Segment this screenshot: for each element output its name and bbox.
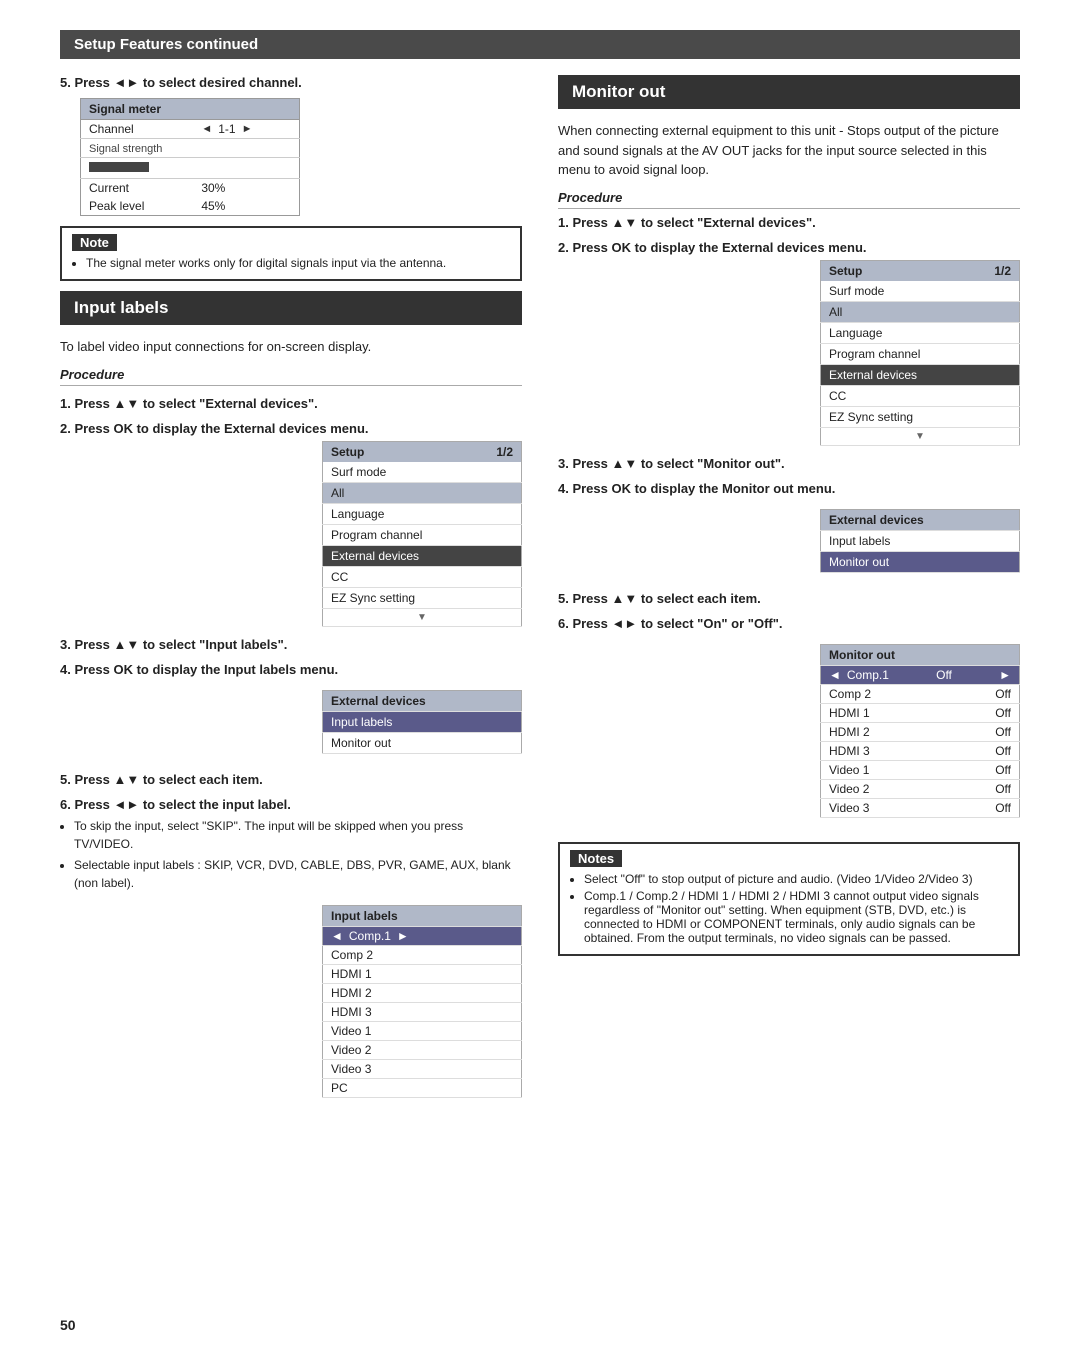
il-step-5: 5. Press ▲▼ to select each item. [60,772,522,787]
setup-header: Setup Features continued [60,30,1020,59]
il-step-2: 2. Press OK to display the External devi… [60,421,522,436]
menu-row-ext: External devices [323,545,522,566]
signal-meter-title: Signal meter [81,99,300,120]
current-label: Current [81,179,194,198]
signal-meter: Signal meter Channel ◄ 1-1 ► [80,98,522,216]
menu-row-ez: EZ Sync setting [323,587,522,608]
input-labels-section: Input labels To label video input connec… [60,291,522,1106]
note-item-1: Select "Off" to stop output of picture a… [584,872,1008,886]
peak-value: 45% [193,197,299,216]
bullet-1: To skip the input, select "SKIP". The in… [74,817,522,853]
mo-step-3: 3. Press ▲▼ to select "Monitor out". [558,456,1020,471]
input-labels-menu: Input labels ◄ Comp.1 ► Comp 2 H [60,897,522,1106]
il-step-4: 4. Press OK to display the Input labels … [60,662,522,677]
monitor-out-header: Monitor out [558,75,1020,109]
page: Setup Features continued 5. Press ◄► to … [0,0,1080,1363]
input-labels-intro: To label video input connections for on-… [60,337,522,357]
menu-row-surf-r: Surf mode [821,281,1020,302]
menu-row-all: All [323,482,522,503]
note-box: Note The signal meter works only for dig… [60,226,522,281]
bullet-2: Selectable input labels : SKIP, VCR, DVD… [74,856,522,892]
mo-step-6: 6. Press ◄► to select "On" or "Off". [558,616,1020,631]
note-item-2: Comp.1 / Comp.2 / HDMI 1 / HDMI 2 / HDMI… [584,889,1008,945]
setup-menu-right: Setup 1/2 Surf mode All Language Program… [558,260,1020,446]
main-content: 5. Press ◄► to select desired channel. S… [60,75,1020,1106]
left-column: 5. Press ◄► to select desired channel. S… [60,75,522,1106]
input-labels-table: Input labels ◄ Comp.1 ► Comp 2 H [322,905,522,1098]
procedure-label-1: Procedure [60,367,522,386]
setup-menu-left: Setup 1/2 Surf mode All Language Program… [60,441,522,627]
signal-bar-cell [81,158,300,179]
peak-label: Peak level [81,197,194,216]
input-labels-header: Input labels [60,291,522,325]
mo-step-2: 2. Press OK to display the External devi… [558,240,1020,255]
page-number: 50 [60,1317,76,1333]
monitor-out-menu: Monitor out ◄ Comp.1 Off ► [558,636,1020,826]
menu-row-ez-r: EZ Sync setting [821,406,1020,427]
menu-row-ext-r: External devices [821,364,1020,385]
menu-row-arrow-r: ▼ [821,427,1020,445]
note-text: The signal meter works only for digital … [86,256,510,270]
signal-meter-table: Signal meter Channel ◄ 1-1 ► [80,98,300,216]
menu-row-lang: Language [323,503,522,524]
monitor-out-intro: When connecting external equipment to th… [558,121,1020,180]
arrow-l: ◄ [331,929,343,943]
channel-label: Channel [81,120,194,139]
setup-header-text: Setup Features continued [74,36,258,53]
menu-row-all-r: All [821,301,1020,322]
ext-dev-menu-right: External devices Input labels Monitor ou… [558,501,1020,581]
menu-row-prog: Program channel [323,524,522,545]
channel-value: ◄ 1-1 ► [193,120,299,139]
right-column: Monitor out When connecting external equ… [558,75,1020,966]
mo-step-1: 1. Press ▲▼ to select "External devices"… [558,215,1020,230]
signal-strength-label: Signal strength [81,139,300,158]
notes-box: Notes Select "Off" to stop output of pic… [558,842,1020,956]
menu-row-surf: Surf mode [323,462,522,483]
menu-row-prog-r: Program channel [821,343,1020,364]
mo-step-4: 4. Press OK to display the Monitor out m… [558,481,1020,496]
il-step-1: 1. Press ▲▼ to select "External devices"… [60,396,522,411]
monitor-out-table: Monitor out ◄ Comp.1 Off ► [820,644,1020,818]
menu-row-arrow: ▼ [323,608,522,626]
menu-row-cc-r: CC [821,385,1020,406]
ext-dev-menu-left: External devices Input labels Monitor ou… [60,682,522,762]
note-title: Note [72,234,117,251]
notes-title: Notes [570,850,622,867]
channel-step: 5. Press ◄► to select desired channel. [60,75,522,90]
procedure-label-2: Procedure [558,190,1020,209]
ext-dev-table-right: External devices Input labels Monitor ou… [820,509,1020,573]
menu-row-lang-r: Language [821,322,1020,343]
arrow-r: ► [397,929,409,943]
channel-section: 5. Press ◄► to select desired channel. S… [60,75,522,281]
setup-menu-header-left: Setup 1/2 [322,441,522,462]
il-step-3: 3. Press ▲▼ to select "Input labels". [60,637,522,652]
monitor-out-section: Monitor out When connecting external equ… [558,75,1020,956]
setup-menu-table-right: Surf mode All Language Program channel E… [820,281,1020,446]
setup-menu-table-left: Surf mode All Language Program channel E… [322,462,522,627]
ext-dev-table-left: External devices Input labels Monitor ou… [322,690,522,754]
input-labels-bullets: To skip the input, select "SKIP". The in… [60,817,522,892]
menu-row-cc: CC [323,566,522,587]
mo-step-5: 5. Press ▲▼ to select each item. [558,591,1020,606]
current-value: 30% [193,179,299,198]
il-step-6: 6. Press ◄► to select the input label. [60,797,522,812]
setup-menu-header-right: Setup 1/2 [820,260,1020,281]
